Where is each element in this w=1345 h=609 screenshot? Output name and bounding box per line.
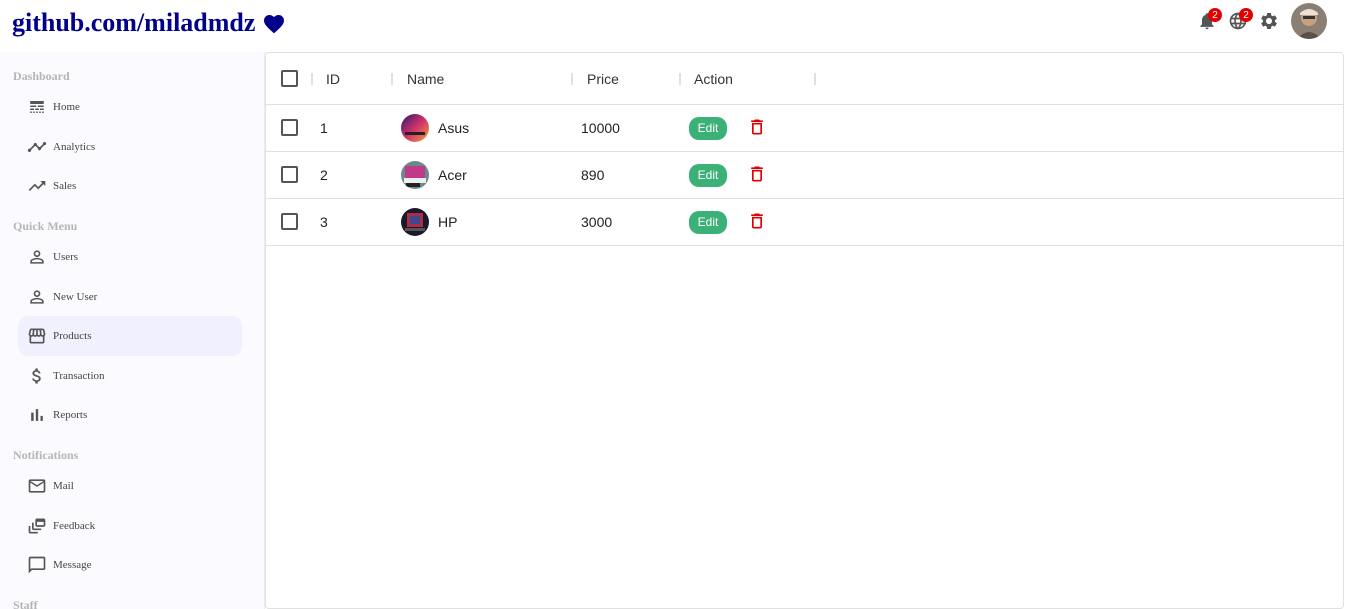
edit-button[interactable]: Edit <box>689 210 727 234</box>
cell-id: 3 <box>320 214 328 230</box>
edit-button[interactable]: Edit <box>689 116 727 140</box>
cell-action: Edit <box>689 105 727 151</box>
bar-chart-icon <box>27 405 47 425</box>
column-header-name[interactable]: Name <box>407 53 444 104</box>
storefront-icon <box>27 326 47 346</box>
trash-icon <box>751 166 763 182</box>
delete-button[interactable] <box>747 164 767 184</box>
timeline-icon <box>27 137 47 157</box>
edit-button[interactable]: Edit <box>689 163 727 187</box>
product-name: Acer <box>438 167 467 183</box>
column-separator[interactable] <box>571 73 573 85</box>
topbar: github.com/miladmdz 2 2 <box>0 0 1345 50</box>
settings-button[interactable] <box>1257 9 1281 33</box>
cell-action: Edit <box>689 199 727 245</box>
sidebar-section-staff: Staff <box>13 598 38 609</box>
sidebar-item-label: Mail <box>53 480 74 492</box>
product-name: Asus <box>438 120 470 136</box>
notifications-button[interactable]: 2 <box>1195 8 1222 33</box>
cell-name: HP <box>401 199 457 245</box>
avatar[interactable] <box>1291 3 1327 39</box>
cell-price: 3000 <box>581 214 613 230</box>
column-separator[interactable] <box>679 73 681 85</box>
sidebar-item-feedback[interactable]: Feedback <box>18 506 242 546</box>
gear-icon <box>1261 12 1277 29</box>
sidebar: Dashboard Home Analytics Sales Quick Men… <box>0 52 265 609</box>
column-separator[interactable] <box>814 73 816 85</box>
delete-button[interactable] <box>747 211 767 231</box>
cell-price: 890 <box>581 167 605 183</box>
product-image <box>401 161 429 189</box>
column-header-price[interactable]: Price <box>587 53 619 104</box>
cell-action: Edit <box>689 152 727 198</box>
sidebar-item-sales[interactable]: Sales <box>18 166 242 206</box>
sidebar-item-label: Message <box>53 559 92 571</box>
table-row[interactable]: 3 HP 3000 Edit <box>266 199 1343 246</box>
column-separator[interactable] <box>311 73 313 85</box>
sidebar-item-users[interactable]: Users <box>18 237 242 277</box>
table-row[interactable]: 1 Asus 10000 Edit <box>266 105 1343 152</box>
cell-name: Asus <box>401 105 469 151</box>
product-name: HP <box>438 214 458 230</box>
sidebar-item-home[interactable]: Home <box>18 87 242 127</box>
product-table: ID Name Price Action 1 Asus 10000 Edit 2 <box>265 52 1344 609</box>
language-badge: 2 <box>1239 8 1253 22</box>
sidebar-item-label: Analytics <box>53 141 96 153</box>
sidebar-item-label: Products <box>53 330 92 342</box>
sidebar-item-label: Reports <box>53 409 88 421</box>
trash-icon <box>751 213 763 229</box>
sidebar-item-transaction[interactable]: Transaction <box>18 356 242 396</box>
sidebar-item-mail[interactable]: Mail <box>18 466 242 506</box>
row-checkbox[interactable] <box>281 119 298 136</box>
column-header-action[interactable]: Action <box>694 53 733 104</box>
sidebar-item-label: Transaction <box>53 370 105 382</box>
sidebar-item-label: Feedback <box>53 520 96 532</box>
dollar-icon <box>27 366 47 386</box>
mail-icon <box>27 476 47 496</box>
delete-button[interactable] <box>747 117 767 137</box>
sidebar-item-analytics[interactable]: Analytics <box>18 127 242 167</box>
brand-text: github.com/miladmdz <box>12 8 256 37</box>
product-image <box>401 114 429 142</box>
sidebar-item-reports[interactable]: Reports <box>18 395 242 435</box>
sidebar-section-dashboard: Dashboard <box>13 69 70 83</box>
cell-id: 1 <box>320 120 328 136</box>
table-header: ID Name Price Action <box>266 53 1343 105</box>
row-checkbox[interactable] <box>281 213 298 230</box>
chat-bubble-icon <box>27 555 47 575</box>
sidebar-item-products[interactable]: Products <box>18 316 242 356</box>
sidebar-section-quick-menu: Quick Menu <box>13 219 78 233</box>
table-row[interactable]: 2 Acer 890 Edit <box>266 152 1343 199</box>
row-checkbox[interactable] <box>281 166 298 183</box>
product-image <box>401 208 429 236</box>
cell-id: 2 <box>320 167 328 183</box>
column-separator[interactable] <box>391 73 393 85</box>
dynamic-feed-icon <box>27 516 47 536</box>
cell-name: Acer <box>401 152 467 198</box>
trash-icon <box>751 119 763 135</box>
sidebar-item-label: Users <box>53 251 79 263</box>
trending-up-icon <box>27 176 47 196</box>
sidebar-item-new-user[interactable]: New User <box>18 277 242 317</box>
sidebar-item-label: Sales <box>53 180 77 192</box>
language-button[interactable]: 2 <box>1226 8 1253 33</box>
cell-price: 10000 <box>581 120 620 136</box>
heart-icon <box>261 12 287 34</box>
person-icon <box>27 247 47 267</box>
sidebar-item-label: Home <box>53 101 80 113</box>
line-style-icon <box>27 97 47 117</box>
column-header-id[interactable]: ID <box>326 53 340 104</box>
brand-logo[interactable]: github.com/miladmdz <box>12 8 287 38</box>
notifications-badge: 2 <box>1208 8 1222 22</box>
sidebar-section-notifications: Notifications <box>13 448 79 462</box>
sidebar-item-message[interactable]: Message <box>18 545 242 585</box>
select-all-checkbox[interactable] <box>281 70 298 87</box>
person-icon <box>27 287 47 307</box>
sidebar-item-label: New User <box>53 291 98 303</box>
